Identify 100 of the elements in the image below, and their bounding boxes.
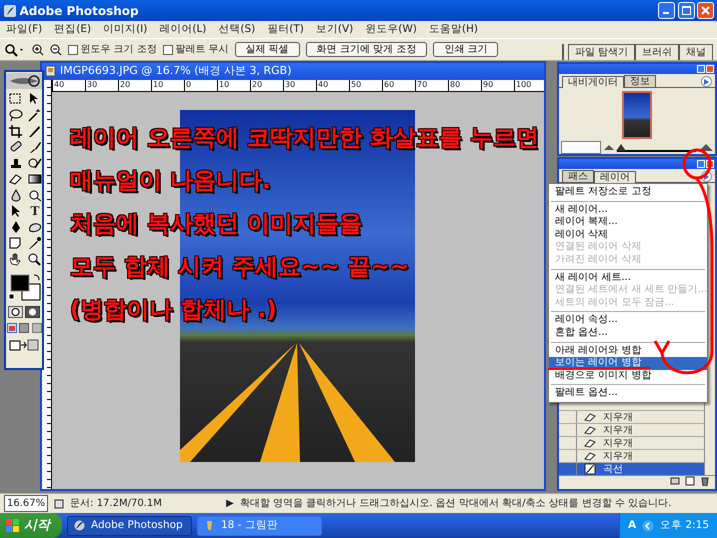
eraser-icon	[583, 438, 597, 448]
menu-item[interactable]: 편집(E)	[54, 22, 92, 38]
palette-menu-button[interactable]	[701, 76, 712, 87]
ruler-label: 10	[217, 80, 250, 91]
history-row[interactable]: 지우개	[559, 423, 704, 436]
checkbox[interactable]: 윈도우 크기 조정	[68, 42, 157, 57]
menu-item[interactable]: 새 레이어...	[549, 204, 707, 216]
menu-arrow-icon	[704, 174, 709, 180]
history-row[interactable]: 지우개	[559, 410, 704, 423]
ruler-label: 40	[316, 80, 349, 91]
slice-icon[interactable]	[27, 124, 43, 138]
menu-item[interactable]: 윈도우(W)	[365, 22, 417, 38]
menu-item[interactable]: 아래 레이어와 병합	[549, 344, 707, 358]
status-arrow[interactable]: ▶	[226, 496, 234, 511]
eraser-icon[interactable]	[8, 172, 24, 186]
document-size: 문서: 17.2M/70.1M	[70, 497, 163, 511]
menu-arrow-icon	[704, 78, 709, 84]
type-tool[interactable]: T	[27, 204, 43, 218]
standard-mode-icon[interactable]	[8, 306, 23, 318]
close-button[interactable]	[697, 2, 714, 19]
maximize-button[interactable]	[678, 2, 694, 19]
minimize-button[interactable]	[697, 65, 705, 73]
menu-item[interactable]: 보기(V)	[316, 22, 354, 38]
taskbar-button[interactable]: 18 - 그림판	[197, 516, 322, 536]
ruler-label: 50	[349, 80, 382, 91]
menu-item[interactable]: 혼합 옵션...	[549, 326, 707, 340]
magic-wand-icon[interactable]	[27, 108, 43, 122]
menu-item[interactable]: 배경으로 이미지 병합	[549, 370, 707, 382]
history-label: 지우개	[603, 450, 633, 464]
toolbar-button[interactable]: 실제 픽셀	[234, 42, 300, 57]
full-screen-icon[interactable]	[32, 323, 42, 333]
ruler-label: 20	[250, 80, 283, 91]
menu-item[interactable]: 팔레트 옵션...	[549, 387, 707, 400]
paint-brush-icon	[204, 520, 215, 531]
ruler-label: 60	[382, 80, 415, 91]
minimize-button[interactable]	[658, 2, 675, 19]
dodge-icon[interactable]	[27, 188, 43, 202]
lasso-icon[interactable]	[8, 108, 24, 122]
palette-tab[interactable]: 정보	[624, 75, 656, 87]
history-row[interactable]: 지우개	[559, 436, 704, 449]
clone-stamp-icon[interactable]	[8, 156, 24, 170]
menu-item[interactable]: 팔레트 저장소로 고정	[549, 186, 707, 199]
palette-tab[interactable]: 채널	[679, 44, 713, 60]
menu-item[interactable]: 선택(S)	[218, 22, 256, 38]
standard-screen-icon[interactable]	[6, 323, 16, 333]
menu-item[interactable]: 파일(F)	[6, 22, 42, 38]
new-document-icon[interactable]	[685, 476, 695, 486]
menu-item[interactable]: 레이어 삭제	[549, 228, 707, 242]
toolbar-button[interactable]: 화면 크기에 맞게 조정	[306, 42, 428, 57]
curves-icon	[583, 463, 597, 475]
window-title: Adobe Photoshop	[20, 2, 139, 20]
quick-mask-icon[interactable]	[25, 306, 40, 318]
status-message: 확대할 영역을 클릭하거나 드래그하십시오. 옵션 막대에서 확대/축소 상태를 변경할 수 있습니다.	[240, 497, 672, 511]
custom-shape-icon[interactable]	[27, 220, 43, 234]
zoom-field[interactable]: 16.67%	[4, 495, 48, 512]
ruler-label: 0	[184, 80, 217, 91]
taskbar-button[interactable]: Adobe Photoshop	[67, 516, 192, 536]
zoom-icon[interactable]	[27, 252, 43, 266]
start-button[interactable]: 시작	[0, 513, 62, 538]
small-mountain-icon[interactable]	[604, 144, 614, 151]
palette-tab[interactable]: 레이어	[594, 171, 636, 183]
eraser-icon	[583, 425, 597, 435]
menu-item[interactable]: 레이어 속성...	[549, 314, 707, 327]
zoom-out-icon[interactable]	[50, 44, 62, 56]
menu-item[interactable]: 레이어 복제...	[549, 216, 707, 229]
toolbar-button[interactable]: 인쇄 크기	[433, 42, 498, 57]
menu-item[interactable]: 이미지(I)	[103, 22, 148, 38]
ruler-label: 30	[283, 80, 316, 91]
palette-tab[interactable]: 파일 탐색기	[568, 44, 635, 60]
history-row[interactable]: 곡선	[559, 462, 704, 475]
clock: 오후 2:15	[660, 518, 709, 533]
eyedropper-icon[interactable]	[27, 236, 43, 250]
gradient-icon[interactable]	[27, 172, 43, 186]
full-screen-menu-icon[interactable]	[19, 323, 29, 333]
palette-tab[interactable]: 내비게이터	[562, 76, 624, 88]
palette-tab[interactable]: 브러쉬	[635, 44, 679, 60]
jump-to-icon[interactable]	[9, 338, 39, 352]
ruler-label: 80	[448, 80, 481, 91]
close-button[interactable]	[706, 65, 714, 73]
palette-tab[interactable]: 패스	[562, 170, 594, 182]
menu-item[interactable]: 레이어(L)	[159, 22, 206, 38]
ruler-label: 20	[118, 80, 151, 91]
zoom-tool-icon[interactable]	[4, 42, 26, 56]
large-mountain-icon[interactable]	[699, 143, 713, 152]
menu-item[interactable]: 새 레이어 세트...	[549, 272, 707, 284]
menu-item[interactable]: 도움말(H)	[428, 22, 478, 38]
history-brush-icon[interactable]	[27, 156, 43, 170]
annotation-text: (병합이나 합체나 .)	[70, 296, 277, 325]
crop-icon[interactable]	[8, 124, 24, 138]
feather-logo-icon	[6, 73, 42, 89]
minimize-button[interactable]	[697, 160, 705, 168]
trash-icon[interactable]	[700, 476, 710, 486]
checkbox[interactable]: 팔레트 무시	[162, 42, 229, 57]
menu-item[interactable]: 필터(T)	[267, 22, 304, 38]
zoom-field[interactable]	[561, 141, 601, 154]
history-label: 지우개	[603, 424, 633, 438]
document-info-icon[interactable]	[54, 498, 64, 508]
new-snapshot-icon[interactable]	[670, 476, 680, 486]
history-label: 지우개	[603, 410, 633, 424]
zoom-in-icon[interactable]	[32, 44, 44, 56]
